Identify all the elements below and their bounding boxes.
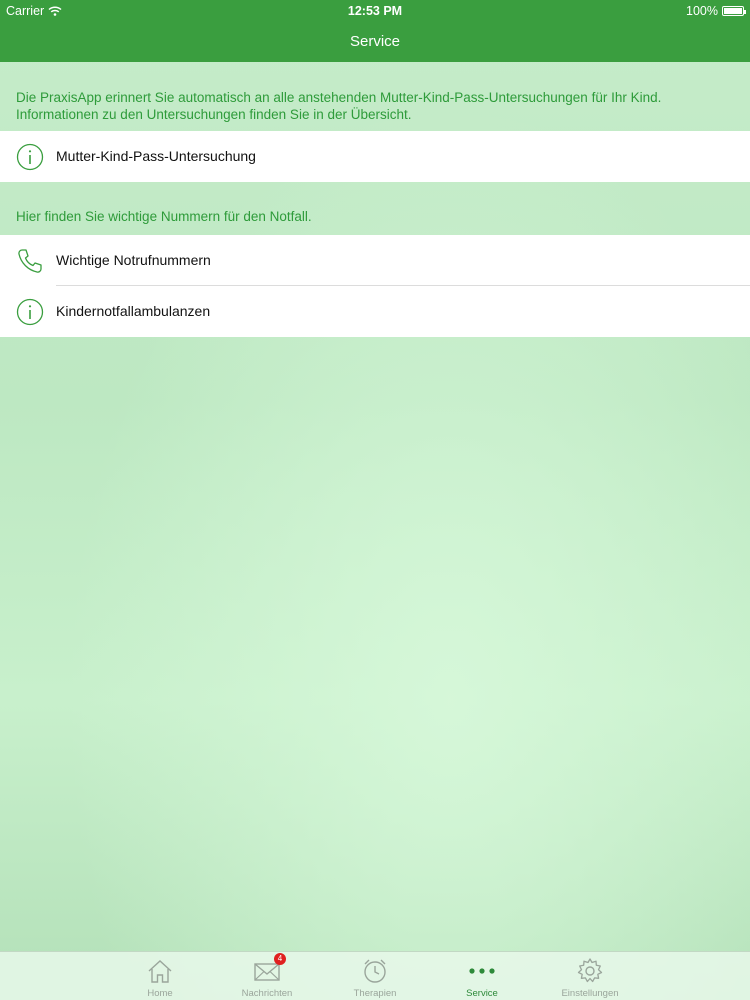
- tab-therapies[interactable]: Therapien: [330, 952, 420, 1000]
- tab-messages[interactable]: 4 Nachrichten: [222, 952, 312, 1000]
- section-description-emergency: Hier finden Sie wichtige Nummern für den…: [16, 209, 312, 224]
- list-item-label: Mutter-Kind-Pass-Untersuchung: [56, 148, 256, 164]
- battery-status: 100%: [686, 4, 746, 18]
- tab-label: Nachrichten: [241, 988, 293, 999]
- tab-label: Service: [466, 988, 498, 999]
- top-bar: Carrier 12:53 PM 100% Service: [0, 0, 750, 62]
- tab-service[interactable]: Service: [437, 952, 527, 1000]
- status-bar: Carrier 12:53 PM 100%: [0, 0, 750, 22]
- list-item-label: Kindernotfallambulanzen: [56, 303, 211, 319]
- service-screen: Carrier 12:53 PM 100% Service Die Praxis…: [0, 0, 750, 1000]
- alarm-clock-icon: [364, 959, 386, 983]
- status-time: 12:53 PM: [347, 4, 403, 18]
- phone-icon: [18, 249, 42, 273]
- home-icon: [148, 960, 172, 983]
- list-item-emergency-numbers[interactable]: Wichtige Notrufnummern: [0, 235, 750, 286]
- info-icon: [16, 143, 44, 171]
- tab-label: Einstellungen: [561, 988, 619, 999]
- tab-label: Therapien: [353, 988, 397, 999]
- more-dots-icon: [469, 968, 495, 974]
- list-item-label: Wichtige Notrufnummern: [56, 252, 211, 268]
- unread-badge: 4: [274, 953, 286, 965]
- battery-percent: 100%: [686, 4, 718, 18]
- section-description-checkups: Die PraxisApp erinnert Sie automatisch a…: [16, 90, 662, 122]
- tab-settings[interactable]: Einstellungen: [545, 952, 635, 1000]
- tab-label: Home: [147, 988, 173, 999]
- info-icon: [16, 298, 44, 326]
- gear-icon: [577, 958, 603, 983]
- list-item-children-emergency[interactable]: Kindernotfallambulanzen: [0, 286, 750, 337]
- page-title: Service: [349, 33, 401, 50]
- battery-icon: [722, 6, 746, 16]
- tab-bar: Home 4 Nachrichten Therapien Service Ein…: [0, 951, 750, 1000]
- list-item-checkup[interactable]: Mutter-Kind-Pass-Untersuchung: [0, 131, 750, 182]
- tab-home[interactable]: Home: [115, 952, 205, 1000]
